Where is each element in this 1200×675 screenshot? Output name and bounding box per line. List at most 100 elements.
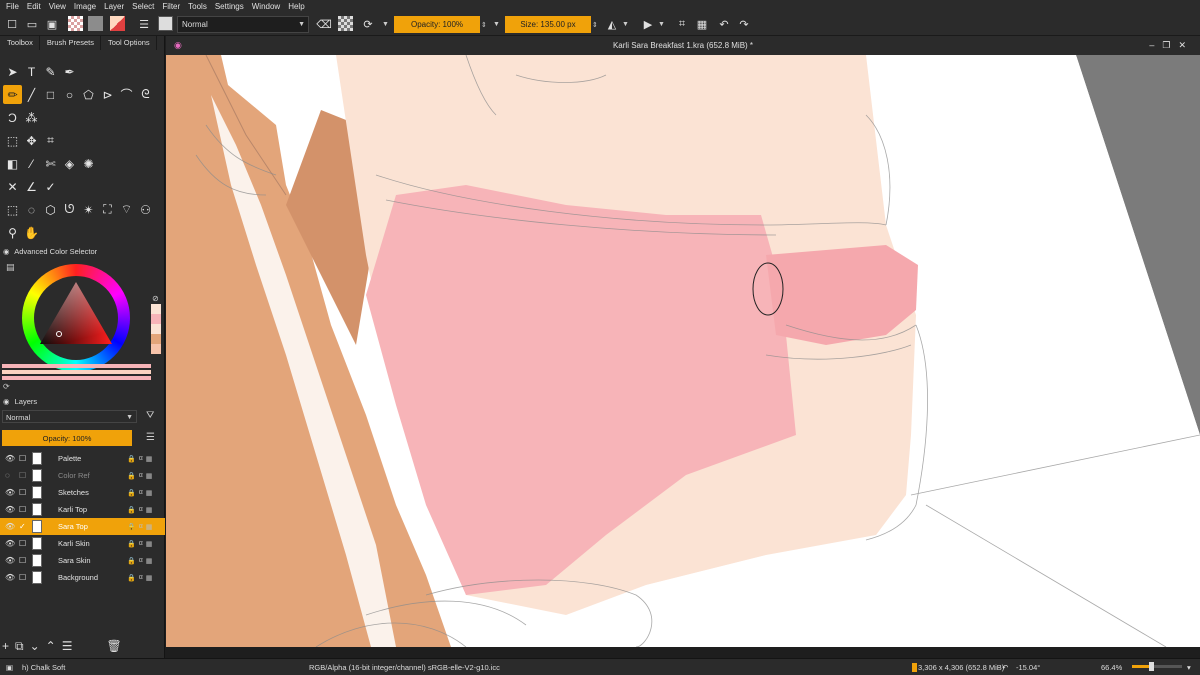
- menu-select[interactable]: Select: [132, 2, 154, 11]
- freehand-path-tool-icon[interactable]: ᘓ: [136, 85, 155, 104]
- layer-row[interactable]: 👁 ☐ Palette 🔒 α ▦: [0, 450, 165, 467]
- chevron-down-icon[interactable]: ▼: [658, 16, 665, 33]
- brush-preset-icon[interactable]: ▣: [6, 663, 13, 672]
- eye-icon[interactable]: 👁: [5, 522, 15, 531]
- menu-window[interactable]: Window: [252, 2, 280, 11]
- bezier-tool-icon[interactable]: ⌒: [117, 85, 136, 104]
- eye-hidden-icon[interactable]: ◌: [5, 471, 15, 480]
- clear-color-icon[interactable]: ⊘: [152, 294, 159, 303]
- color-picker-tool-icon[interactable]: ⁄: [22, 154, 41, 173]
- fg-bg-color-swatch[interactable]: [110, 16, 125, 31]
- lock-icon[interactable]: 🔒: [127, 489, 136, 497]
- reference-tool-icon[interactable]: ✓: [41, 177, 60, 196]
- select-checkbox[interactable]: ☐: [19, 539, 29, 548]
- layer-row[interactable]: 👁 ☐ Background 🔒 α ▦: [0, 569, 165, 586]
- pan-tool-icon[interactable]: ✋: [22, 223, 41, 242]
- color-selector-settings-icon[interactable]: ▤: [6, 262, 15, 273]
- status-menu-icon[interactable]: ▾: [1187, 663, 1191, 672]
- layer-options-menu-icon[interactable]: ☰: [146, 432, 155, 443]
- tab-brush-presets[interactable]: Brush Presets: [40, 36, 101, 50]
- select-checkbox[interactable]: ☐: [19, 556, 29, 565]
- zoom-slider[interactable]: [1132, 662, 1182, 671]
- alpha-inherit-icon[interactable]: α: [139, 489, 143, 496]
- menu-tools[interactable]: Tools: [188, 2, 207, 11]
- edit-shapes-tool-icon[interactable]: ✎: [41, 62, 60, 81]
- text-tool-icon[interactable]: T: [22, 62, 41, 81]
- mirror-vertical-icon[interactable]: ▶: [640, 16, 656, 32]
- size-field[interactable]: Size: 135.00 px: [505, 16, 591, 33]
- similar-select-tool-icon[interactable]: ⛶: [98, 200, 117, 219]
- layer-row[interactable]: 👁 ☐ Sara Skin 🔒 α ▦: [0, 552, 165, 569]
- alpha-inherit-icon[interactable]: α: [139, 540, 143, 547]
- zoom-tool-icon[interactable]: ⚲: [3, 223, 22, 242]
- smart-patch-tool-icon[interactable]: ✄: [41, 154, 60, 173]
- alpha-lock-icon[interactable]: [338, 16, 353, 31]
- contiguous-select-tool-icon[interactable]: ✴: [79, 200, 98, 219]
- eye-icon[interactable]: 👁: [5, 488, 15, 497]
- brush-settings-icon[interactable]: ☰: [136, 16, 152, 32]
- menu-help[interactable]: Help: [288, 2, 304, 11]
- layer-row[interactable]: 👁 ☐ Karli Top 🔒 α ▦: [0, 501, 165, 518]
- move-layer-up-icon[interactable]: ⌃: [46, 639, 56, 653]
- alpha-lock-icon[interactable]: ▦: [146, 455, 153, 463]
- layer-row[interactable]: 👁 ☐ Sketches 🔒 α ▦: [0, 484, 165, 501]
- color-history-bar[interactable]: [2, 376, 151, 380]
- color-history-bar[interactable]: [2, 370, 151, 374]
- lock-icon[interactable]: 🔒: [127, 574, 136, 582]
- calligraphy-tool-icon[interactable]: ✒: [60, 62, 79, 81]
- select-checkbox[interactable]: ☐: [19, 488, 29, 497]
- menu-file[interactable]: File: [6, 2, 19, 11]
- select-checkbox[interactable]: ☐: [19, 471, 29, 480]
- open-document-icon[interactable]: ▭: [24, 16, 40, 32]
- redo-icon[interactable]: ↷: [736, 16, 752, 32]
- alpha-inherit-icon[interactable]: α: [139, 472, 143, 479]
- alpha-lock-icon[interactable]: ▦: [146, 489, 153, 497]
- polygon-tool-icon[interactable]: ⬠: [79, 85, 98, 104]
- chevron-down-icon[interactable]: ▼: [622, 16, 629, 33]
- opacity-field[interactable]: Opacity: 100%: [394, 16, 480, 33]
- rectangle-tool-icon[interactable]: □: [41, 85, 60, 104]
- freehand-brush-tool-icon[interactable]: ✏: [3, 85, 22, 104]
- ellipse-tool-icon[interactable]: ○: [60, 85, 79, 104]
- select-checkbox[interactable]: ☐: [19, 573, 29, 582]
- save-document-icon[interactable]: ▣: [44, 16, 60, 32]
- wrap-around-icon[interactable]: ▦: [694, 16, 710, 32]
- dynamic-brush-tool-icon[interactable]: Ɔ: [3, 108, 22, 127]
- eye-icon[interactable]: 👁: [5, 454, 15, 463]
- color-history-bar[interactable]: [2, 364, 151, 368]
- add-layer-icon[interactable]: +: [2, 639, 9, 653]
- rotation-icon[interactable]: ↶: [1002, 663, 1008, 672]
- menu-filter[interactable]: Filter: [162, 2, 180, 11]
- eye-icon[interactable]: 👁: [5, 556, 15, 565]
- eye-icon[interactable]: 👁: [5, 573, 15, 582]
- polyline-tool-icon[interactable]: ⊳: [98, 85, 117, 104]
- eye-icon[interactable]: 👁: [5, 505, 15, 514]
- alpha-inherit-icon[interactable]: α: [139, 557, 143, 564]
- polygon-select-tool-icon[interactable]: ⬡: [41, 200, 60, 219]
- enclose-fill-tool-icon[interactable]: ✺: [79, 154, 98, 173]
- select-checkbox[interactable]: ☐: [19, 454, 29, 463]
- alpha-lock-icon[interactable]: ▦: [146, 540, 153, 548]
- window-controls[interactable]: –❐✕: [1149, 40, 1194, 51]
- canvas-area[interactable]: [166, 55, 1200, 647]
- brush-preset-thumbnail[interactable]: [158, 16, 173, 31]
- select-checkbox[interactable]: ☐: [19, 505, 29, 514]
- select-shapes-tool-icon[interactable]: ➤: [3, 62, 22, 81]
- bezier-select-tool-icon[interactable]: ⌔: [117, 200, 136, 219]
- alpha-lock-icon[interactable]: ▦: [146, 574, 153, 582]
- check-icon[interactable]: ✓: [19, 522, 29, 531]
- chevron-down-icon[interactable]: ▼: [382, 16, 389, 33]
- move-tool-icon[interactable]: ✥: [22, 131, 41, 150]
- layer-row[interactable]: 👁 ☐ Karli Skin 🔒 α ▦: [0, 535, 165, 552]
- rect-select-tool-icon[interactable]: ⬚: [3, 200, 22, 219]
- magnetic-select-tool-icon[interactable]: ⚇: [136, 200, 155, 219]
- alpha-lock-icon[interactable]: ▦: [146, 506, 153, 514]
- fill-tool-icon[interactable]: ◈: [60, 154, 79, 173]
- duplicate-layer-icon[interactable]: ⧉: [15, 639, 24, 654]
- multibrush-tool-icon[interactable]: ⁂: [22, 108, 41, 127]
- alpha-lock-icon[interactable]: ▦: [146, 523, 153, 531]
- refresh-icon[interactable]: ⟳: [3, 382, 10, 391]
- menu-edit[interactable]: Edit: [27, 2, 41, 11]
- lock-icon[interactable]: 🔒: [127, 455, 136, 463]
- saturation-value-triangle[interactable]: [38, 280, 114, 356]
